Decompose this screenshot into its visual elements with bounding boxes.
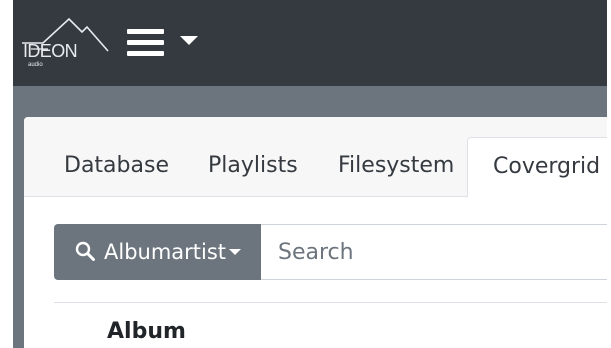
search-caret-down-icon xyxy=(229,249,241,255)
search-input[interactable] xyxy=(261,224,611,280)
hamburger-icon xyxy=(127,29,164,57)
ideon-logo[interactable]: IDEON audio xyxy=(19,16,114,70)
left-gutter xyxy=(0,0,13,348)
hamburger-line xyxy=(127,51,164,56)
hamburger-line xyxy=(127,40,164,45)
window-right-edge xyxy=(607,0,611,348)
tab-filesystem[interactable]: Filesystem xyxy=(338,137,454,197)
search-icon xyxy=(75,241,95,261)
search-type-label: Albumartist xyxy=(104,240,227,264)
search-group: Albumartist xyxy=(54,224,611,280)
logo-subtext: audio xyxy=(28,62,43,68)
caret-down-icon xyxy=(180,36,198,45)
hamburger-line xyxy=(127,29,164,34)
tab-database[interactable]: Database xyxy=(64,137,169,197)
search-type-button[interactable]: Albumartist xyxy=(54,224,261,280)
top-navbar: IDEON audio xyxy=(13,0,611,86)
tab-playlists[interactable]: Playlists xyxy=(208,137,298,197)
logo-wordmark: IDEON xyxy=(23,41,77,61)
app-window: IDEON audio Database Playlists Filesyste… xyxy=(0,0,611,348)
ideon-logo-icon: IDEON audio xyxy=(22,17,109,68)
list-divider xyxy=(54,302,611,303)
content-area: Database Playlists Filesystem Covergrid … xyxy=(13,86,611,348)
browse-tabs: Database Playlists Filesystem Covergrid xyxy=(24,117,611,198)
main-menu-button[interactable] xyxy=(127,28,201,60)
tab-covergrid[interactable]: Covergrid xyxy=(467,137,611,198)
album-column-header[interactable]: Album xyxy=(107,319,186,344)
browse-card: Database Playlists Filesystem Covergrid … xyxy=(24,117,611,348)
